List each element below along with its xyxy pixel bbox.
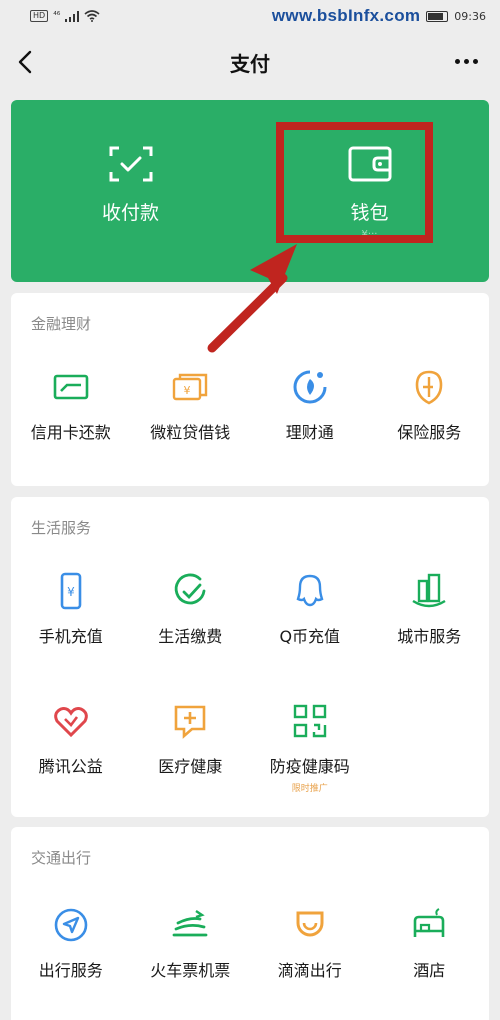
wallet-label: 钱包 [350, 202, 389, 224]
promo-tag: 限时推广 [291, 784, 328, 794]
status-left: HD ⁴⁶ [30, 10, 100, 22]
medical-health-item[interactable]: 医疗健康 [131, 701, 251, 794]
weilidai-loan-item[interactable]: ¥ 微粒贷借钱 [131, 367, 251, 443]
battery-icon [426, 10, 449, 22]
watermark-text: www.bsbInfx.com [271, 6, 421, 25]
grid-label: 城市服务 [397, 627, 462, 646]
phone-topup-item[interactable]: ¥ 手机充值 [11, 571, 131, 647]
back-arrow-icon[interactable] [14, 48, 40, 76]
wallet-balance: ¥··· [361, 229, 378, 240]
credit-card-icon [53, 374, 89, 400]
signal-icon [65, 10, 80, 22]
health-code-icon [293, 704, 326, 738]
train-flight-ticket-item[interactable]: 火车票机票 [131, 905, 251, 981]
wallet-icon [348, 146, 391, 182]
city-service-icon [412, 573, 446, 608]
section-title: 交通出行 [31, 849, 92, 867]
grid-label: 理财通 [285, 423, 334, 442]
health-code-item[interactable]: 防疫健康码 限时推广 [250, 701, 370, 794]
charity-icon [53, 707, 88, 738]
train-ticket-icon [172, 910, 208, 937]
phone-topup-icon: ¥ [60, 572, 82, 610]
svg-text:¥: ¥ [67, 585, 75, 599]
scan-check-icon [109, 146, 152, 182]
nav-bar: 支付 [0, 32, 500, 92]
tencent-charity-item[interactable]: 腾讯公益 [11, 701, 131, 794]
didi-icon [296, 911, 324, 937]
hotel-icon [413, 908, 445, 937]
didi-item[interactable]: 滴滴出行 [250, 905, 370, 981]
grid-label: 信用卡还款 [30, 423, 111, 442]
city-service-item[interactable]: 城市服务 [370, 571, 490, 647]
grid-label: 防疫健康码 [269, 757, 350, 776]
grid-label: 腾讯公益 [38, 757, 103, 776]
grid-label: 酒店 [413, 961, 446, 980]
grid-label: 生活缴费 [158, 627, 223, 646]
grid-label: 火车票机票 [150, 961, 231, 980]
receive-pay-button[interactable]: 收付款 [11, 100, 250, 282]
clock: 09:36 [454, 9, 486, 23]
medical-icon [174, 705, 206, 739]
loan-icon: ¥ [173, 373, 208, 401]
section-title: 金融理财 [31, 315, 92, 333]
wifi-icon [84, 10, 100, 22]
life-row-2: 腾讯公益 医疗健康 防疫健康码 限时推广 [11, 701, 489, 794]
wealth-icon [293, 370, 327, 404]
receive-pay-label: 收付款 [101, 202, 159, 224]
transport-row: 出行服务 火车票机票 滴滴出行 酒店 [11, 905, 489, 981]
grid-label: Q币充值 [279, 627, 341, 646]
travel-service-item[interactable]: 出行服务 [11, 905, 131, 981]
network-badge: HD [30, 10, 49, 22]
finance-row: 信用卡还款 ¥ 微粒贷借钱 理财通 保险服务 [11, 367, 489, 443]
payment-wallet-card: 收付款 钱包 ¥··· [11, 100, 489, 282]
transport-section: 交通出行 出行服务 火车票机票 滴滴出行 酒店 [11, 827, 489, 1020]
page-title: 支付 [230, 51, 270, 76]
more-options-icon[interactable] [455, 59, 478, 64]
grid-label: 手机充值 [38, 627, 103, 646]
wallet-button[interactable]: 钱包 ¥··· [250, 100, 489, 282]
status-right: www.bsbInfx.com 09:36 [272, 6, 486, 26]
grid-label: 医疗健康 [158, 757, 223, 776]
insurance-item[interactable]: 保险服务 [370, 367, 490, 443]
svg-text:¥: ¥ [184, 384, 191, 397]
qq-coin-item[interactable]: Q币充值 [250, 571, 370, 647]
signal-generation: ⁴⁶ [53, 11, 61, 21]
qq-coin-icon [296, 574, 324, 607]
insurance-icon [415, 370, 443, 405]
licaitong-item[interactable]: 理财通 [250, 367, 370, 443]
section-title: 生活服务 [31, 519, 92, 537]
utility-bill-icon [175, 573, 206, 605]
grid-label: 微粒贷借钱 [150, 423, 231, 442]
grid-label: 滴滴出行 [277, 961, 342, 980]
hotel-item[interactable]: 酒店 [370, 905, 490, 981]
utility-bill-item[interactable]: 生活缴费 [131, 571, 251, 647]
grid-label: 出行服务 [38, 961, 103, 980]
credit-card-repay-item[interactable]: 信用卡还款 [11, 367, 131, 443]
status-bar: HD ⁴⁶ www.bsbInfx.com 09:36 [0, 0, 500, 32]
grid-label: 保险服务 [397, 423, 462, 442]
life-services-section: 生活服务 ¥ 手机充值 生活缴费 Q币充值 城市服务 腾讯公益 医疗健康 防疫健… [11, 497, 489, 817]
finance-section: 金融理财 信用卡还款 ¥ 微粒贷借钱 理财通 保险服务 [11, 293, 489, 486]
life-row-1: ¥ 手机充值 生活缴费 Q币充值 城市服务 [11, 571, 489, 647]
travel-icon [54, 908, 88, 942]
